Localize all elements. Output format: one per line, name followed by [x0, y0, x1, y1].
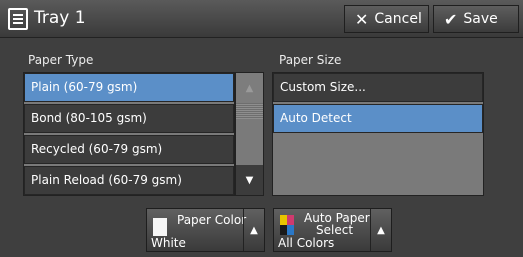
paper-type-scrollbar[interactable]: ▲ ▼ — [235, 72, 264, 196]
scroll-up-button[interactable]: ▲ — [236, 73, 263, 103]
save-button[interactable]: ✔ Save — [433, 5, 519, 33]
scroll-thumb[interactable] — [236, 103, 263, 119]
cancel-label: Cancel — [374, 11, 422, 27]
up-triangle-icon: ▲ — [370, 209, 391, 251]
multi-color-swatch-icon — [280, 215, 294, 235]
save-label: Save — [463, 11, 498, 27]
up-arrow-icon: ▲ — [245, 82, 254, 94]
paper-type-list: Plain (60-79 gsm) Bond (80-105 gsm) Recy… — [23, 72, 235, 196]
paper-size-list: Custom Size... Auto Detect — [272, 72, 484, 196]
paper-color-title: Paper Color — [177, 213, 247, 227]
paper-type-item-plain[interactable]: Plain (60-79 gsm) — [24, 73, 234, 102]
tray-icon — [8, 8, 28, 30]
auto-paper-title-2: Select — [316, 223, 354, 237]
paper-size-label: Paper Size — [279, 53, 342, 67]
auto-paper-select-button[interactable]: Auto Paper Select All Colors ▲ — [273, 208, 392, 252]
scroll-down-button[interactable]: ▼ — [236, 165, 263, 195]
paper-color-button[interactable]: Paper Color White ▲ — [146, 208, 265, 252]
down-arrow-icon: ▼ — [245, 174, 254, 186]
paper-size-item-auto-detect[interactable]: Auto Detect — [273, 104, 483, 133]
paper-color-value: White — [151, 236, 186, 250]
x-icon: ✕ — [355, 9, 369, 29]
auto-paper-value: All Colors — [278, 236, 335, 250]
check-icon: ✔ — [444, 9, 458, 29]
page-title: Tray 1 — [34, 8, 86, 28]
paper-type-label: Paper Type — [28, 53, 94, 67]
paper-type-item-plain-reload[interactable]: Plain Reload (60-79 gsm) — [24, 166, 234, 195]
cancel-button[interactable]: ✕ Cancel — [344, 5, 429, 33]
paper-type-item-bond[interactable]: Bond (80-105 gsm) — [24, 104, 234, 133]
up-triangle-icon: ▲ — [243, 209, 264, 251]
white-swatch-icon — [153, 218, 167, 236]
paper-size-item-custom[interactable]: Custom Size... — [273, 73, 483, 102]
paper-type-item-recycled[interactable]: Recycled (60-79 gsm) — [24, 135, 234, 164]
